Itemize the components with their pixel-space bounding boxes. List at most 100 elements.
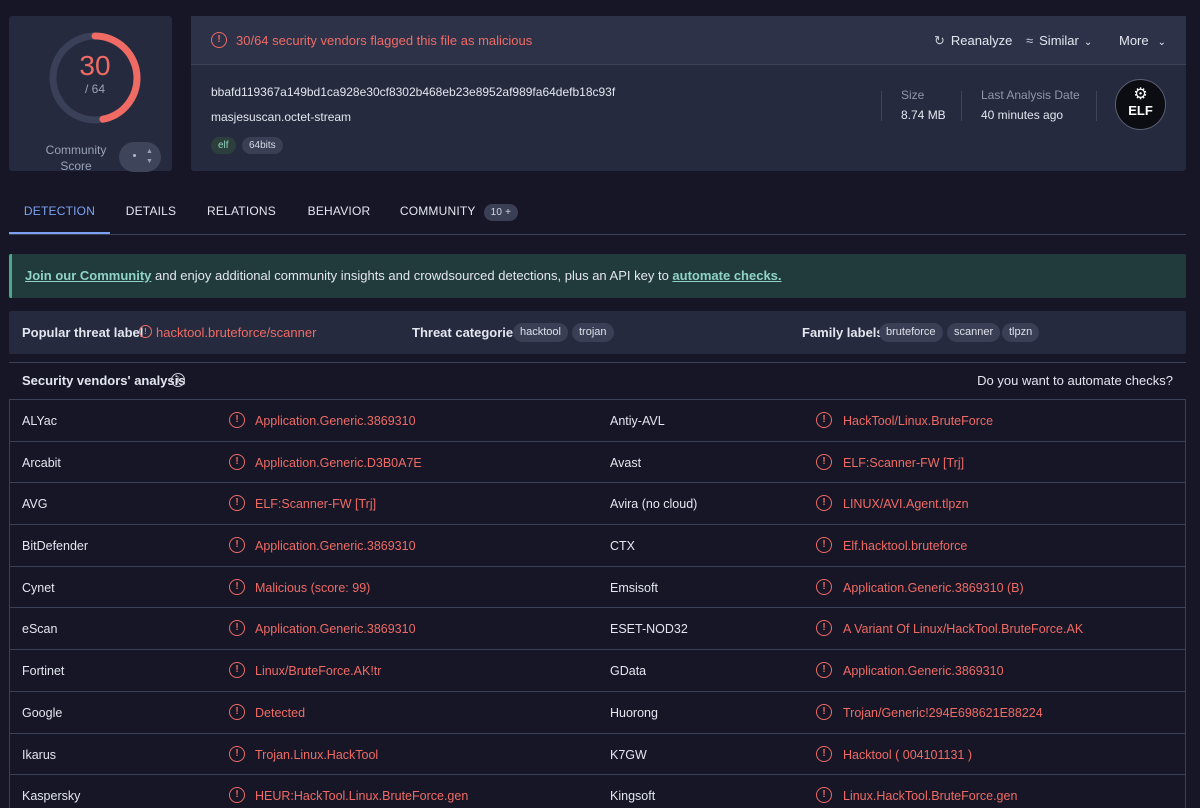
chevron-down-icon: ⌄ — [1157, 37, 1167, 48]
similar-icon: ≈ — [1026, 33, 1034, 48]
detection-result[interactable]: Application.Generic.D3B0A7E — [255, 456, 422, 470]
table-row: eScan! Application.Generic.3869310 ESET-NO… — [10, 608, 1185, 651]
vendor-name: BitDefender — [22, 539, 89, 554]
vendor-name: Cynet — [22, 580, 55, 595]
tag-64bits[interactable]: 64bits — [242, 137, 283, 154]
detection-total: / 64 — [84, 82, 105, 96]
tab-bar: DETECTION DETAILS RELATIONS BEHAVIOR COM… — [9, 188, 1186, 235]
automate-checks-link[interactable]: automate checks. — [672, 268, 781, 283]
tab-details[interactable]: DETAILS — [119, 188, 183, 234]
alert-icon: ! — [816, 495, 832, 512]
alert-icon: ! — [816, 662, 832, 679]
detection-result[interactable]: ELF:Scanner-FW [Trj] — [255, 497, 376, 511]
family-chip-bruteforce[interactable]: bruteforce — [879, 323, 943, 342]
reanalyze-button[interactable]: ↻ Reanalyze — [934, 33, 1012, 49]
community-vote-control[interactable]: ▲ ▼ — [119, 142, 161, 172]
banner-text: and enjoy additional community insights … — [151, 268, 673, 283]
divider — [961, 91, 962, 121]
divider — [881, 91, 882, 121]
file-hash[interactable]: bbafd119367a149bd1ca928e30cf8302b468eb23… — [211, 85, 615, 99]
chevron-down-icon: ⌄ — [1083, 37, 1093, 48]
detection-result[interactable]: Linux.HackTool.BruteForce.gen — [843, 789, 1017, 803]
table-row: Google! Detected Huorong! Trojan/Generic!29… — [10, 692, 1185, 734]
size-label: Size — [901, 88, 925, 102]
community-banner: Join our Community and enjoy additional … — [9, 254, 1186, 298]
detection-result[interactable]: Application.Generic.3869310 — [255, 414, 416, 428]
detection-result[interactable]: ELF:Scanner-FW [Trj] — [843, 456, 964, 470]
vendor-name: eScan — [22, 622, 58, 637]
vendors-analysis-header: Security vendors' analysis i Do you want… — [9, 362, 1186, 397]
community-count-badge: 10 + — [483, 204, 519, 221]
family-labels-label: Family labels — [802, 325, 884, 340]
vendor-results-table: ALYac! Application.Generic.3869310 Antiy-A… — [9, 399, 1186, 808]
more-button[interactable]: More ⌄ — [1119, 33, 1166, 48]
vendor-name: Fortinet — [22, 664, 65, 679]
detection-result[interactable]: Trojan/Generic!294E698621E88224 — [843, 706, 1043, 720]
table-row: Cynet! Malicious (score: 99) Emsisoft! Appl… — [10, 567, 1185, 609]
tab-relations[interactable]: RELATIONS — [203, 188, 280, 234]
info-icon[interactable]: i — [171, 373, 185, 387]
alert-icon: ! — [229, 412, 245, 428]
tab-detection[interactable]: DETECTION — [9, 188, 110, 234]
detection-result[interactable]: LINUX/AVI.Agent.tlpzn — [843, 497, 969, 511]
upvote-icon[interactable]: ▲ — [146, 148, 153, 156]
vendor-name: Avira (no cloud) — [610, 497, 698, 512]
detection-result[interactable]: HackTool/Linux.BruteForce — [843, 414, 993, 428]
family-chip-tlpzn[interactable]: tlpzn — [1002, 323, 1040, 342]
alert-icon: ! — [816, 787, 832, 804]
reanalyze-icon: ↻ — [934, 33, 945, 48]
alert-icon: ! — [139, 325, 152, 338]
last-analysis-label: Last Analysis Date — [981, 88, 1080, 102]
detection-result[interactable]: Trojan.Linux.HackTool — [255, 748, 378, 762]
vendor-name: CTX — [610, 539, 635, 554]
detection-result[interactable]: Application.Generic.3869310 (B) — [843, 581, 1024, 595]
alert-icon: ! — [816, 453, 832, 470]
linux-penguin-icon: ⚙ — [1133, 86, 1148, 103]
table-row: Arcabit! Application.Generic.D3B0A7E Avast… — [10, 442, 1185, 484]
detection-result[interactable]: Application.Generic.3869310 — [843, 664, 1004, 678]
table-row: Kaspersky! HEUR:HackTool.Linux.BruteForce… — [10, 775, 1185, 808]
vendor-name: Arcabit — [22, 455, 61, 470]
category-chip-hacktool[interactable]: hacktool — [513, 323, 568, 342]
alert-icon: ! — [229, 537, 245, 554]
last-analysis-value: 40 minutes ago — [981, 108, 1064, 122]
family-chip-scanner[interactable]: scanner — [947, 323, 1001, 342]
similar-button[interactable]: ≈ Similar ⌄ — [1026, 33, 1092, 48]
tab-behavior[interactable]: BEHAVIOR — [301, 188, 377, 234]
tag-elf[interactable]: elf — [211, 137, 236, 154]
file-info-card: ! 30/64 security vendors flagged this fi… — [191, 16, 1186, 171]
alert-icon: ! — [229, 745, 245, 762]
vendor-name: Emsisoft — [610, 580, 658, 595]
detection-result[interactable]: Linux/BruteForce.AK!tr — [255, 664, 381, 678]
threat-categories-label: Threat categories — [412, 325, 521, 340]
community-score-label: Community Score — [45, 143, 107, 173]
popular-threat-value[interactable]: hacktool.bruteforce/scanner — [156, 325, 316, 340]
alert-icon: ! — [229, 703, 245, 720]
vendor-name: AVG — [22, 497, 48, 512]
category-chip-trojan[interactable]: trojan — [572, 323, 614, 342]
detection-result[interactable]: Elf.hacktool.bruteforce — [843, 539, 967, 553]
tab-community[interactable]: COMMUNITY 10 + — [395, 188, 523, 234]
detection-result[interactable]: Application.Generic.3869310 — [255, 539, 416, 553]
vendor-name: Avast — [610, 455, 642, 470]
threat-summary-row: Popular threat label ! hacktool.brutefor… — [9, 311, 1186, 354]
downvote-icon[interactable]: ▼ — [146, 158, 153, 166]
detection-result[interactable]: HEUR:HackTool.Linux.BruteForce.gen — [255, 789, 468, 803]
vendor-name: Huorong — [610, 705, 658, 720]
detection-result[interactable]: Application.Generic.3869310 — [255, 622, 416, 636]
alert-icon: ! — [229, 662, 245, 679]
vendor-name: Antiy-AVL — [610, 414, 665, 428]
detection-result[interactable]: Detected — [255, 706, 305, 720]
detection-count: 30 — [79, 50, 111, 81]
detection-result[interactable]: A Variant Of Linux/HackTool.BruteForce.A… — [843, 622, 1083, 636]
table-row: Fortinet! Linux/BruteForce.AK!tr GData! App… — [10, 650, 1185, 692]
detection-result[interactable]: Malicious (score: 99) — [255, 581, 370, 595]
join-community-link[interactable]: Join our Community — [25, 268, 151, 283]
file-type-badge: ⚙ ELF — [1115, 79, 1166, 130]
detection-result[interactable]: Hacktool ( 004101131 ) — [843, 748, 972, 762]
alert-icon: ! — [816, 537, 832, 554]
automate-checks-prompt[interactable]: Do you want to automate checks? — [977, 373, 1173, 388]
malicious-alert-bar: ! 30/64 security vendors flagged this fi… — [191, 16, 1186, 65]
table-row: ALYac! Application.Generic.3869310 Antiy-A… — [10, 400, 1185, 442]
table-row: AVG! ELF:Scanner-FW [Trj] Avira (no cloud)… — [10, 483, 1185, 526]
